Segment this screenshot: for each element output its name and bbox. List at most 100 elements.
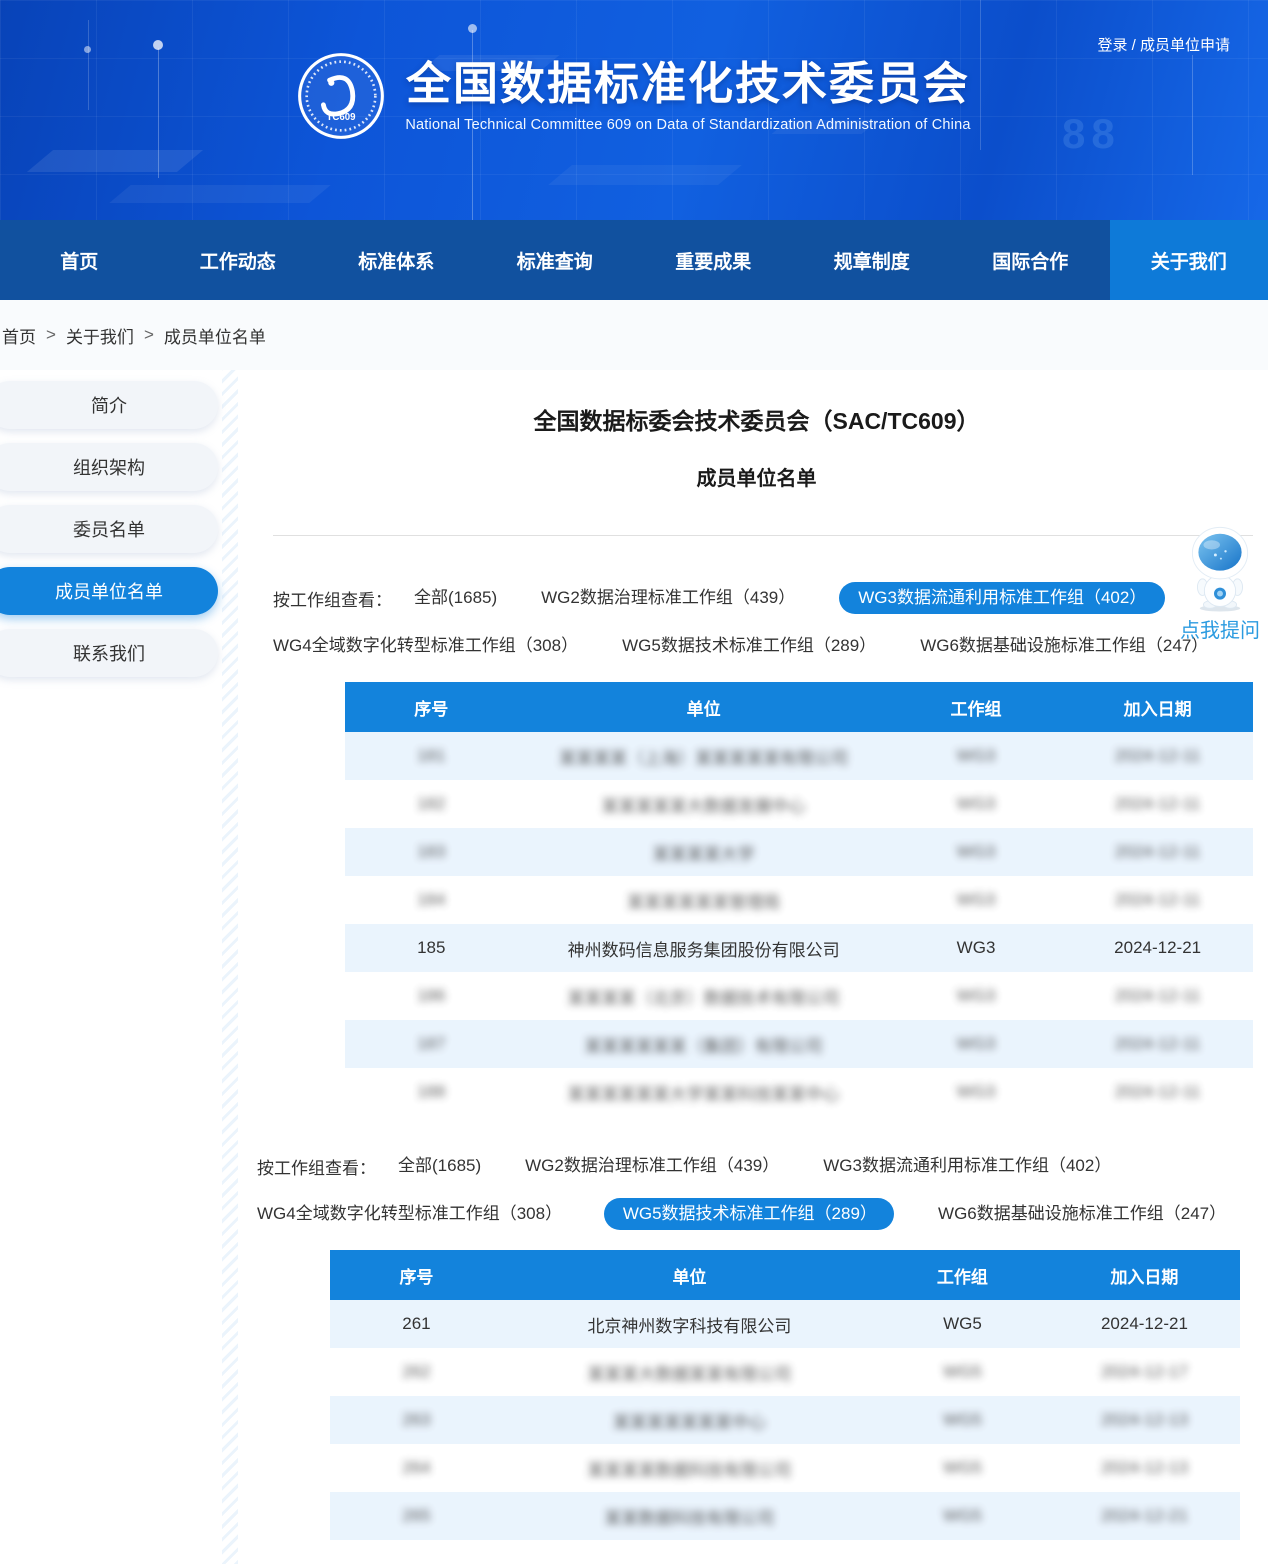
breadcrumb-member-units[interactable]: 成员单位名单 [164,323,266,348]
member-section-wg3: 按工作组查看： 全部(1685) WG2数据治理标准工作组（439） WG3数据… [245,582,1268,1116]
cell-workgroup: WG3 [890,780,1063,828]
filter-wg6[interactable]: WG6数据基础设施标准工作组（247） [938,1198,1224,1230]
breadcrumb-home[interactable]: 首页 [2,323,36,348]
cell-serial: 186 [345,972,518,1020]
cell-workgroup: WG5 [876,1300,1049,1348]
cell-unit: 某某某某数据科技有限公司 [503,1444,876,1492]
table-row: 185 神州数码信息服务集团股份有限公司 WG3 2024-12-21 [345,924,1253,972]
cell-join-date: 2024-12-11 [1062,732,1253,780]
breadcrumb-about[interactable]: 关于我们 [66,323,134,348]
col-join-date: 加入日期 [1049,1250,1240,1300]
cell-unit: 某某某大数据某某有限公司 [503,1348,876,1396]
sidebar-item-member-units[interactable]: 成员单位名单 [0,567,218,615]
table-row: 265 某某数据科技有限公司 WG5 2024-12-21 [330,1492,1240,1540]
cell-serial: 185 [345,924,518,972]
cell-workgroup: WG5 [876,1444,1049,1492]
cell-unit: 某某某某（上海）某某某某某有限公司 [518,732,890,780]
nav-item-about[interactable]: 关于我们 [1110,220,1268,300]
table-row: 261 北京神州数字科技有限公司 WG5 2024-12-21 [330,1300,1240,1348]
cell-join-date: 2024-12-21 [1049,1492,1240,1540]
filter-wg6[interactable]: WG6数据基础设施标准工作组（247） [920,630,1208,662]
sidebar: 简介 组织架构 委员名单 成员单位名单 联系我们 [0,381,220,691]
banner-decoration [548,165,742,185]
cell-unit: 某某某某某某管理局 [518,876,890,924]
nav-item-international[interactable]: 国际合作 [951,220,1110,300]
cell-serial: 187 [345,1020,518,1068]
sidebar-item-intro[interactable]: 简介 [0,381,218,429]
filter-wg4[interactable]: WG4全域数字化转型标准工作组（308） [273,630,578,662]
cell-join-date: 2024-12-17 [1049,1348,1240,1396]
page-subtitle: 成员单位名单 [245,462,1268,491]
filter-all[interactable]: 全部(1685) [414,582,497,614]
table-row: 186 某某某某（北京）数据技术有限公司 WG3 2024-12-11 [345,972,1253,1020]
cell-serial: 182 [345,780,518,828]
table-row: 184 某某某某某某管理局 WG3 2024-12-11 [345,876,1253,924]
cell-join-date: 2024-12-11 [1062,876,1253,924]
assistant-widget[interactable]: 点我提问 [1174,520,1266,643]
nav-item-regulations[interactable]: 规章制度 [793,220,952,300]
member-table-wg5: 序号 单位 工作组 加入日期 261 北京神州数字科技有限公司 WG5 2024… [330,1250,1240,1540]
banner-decoration [153,40,163,50]
filter-wg3[interactable]: WG3数据流通利用标准工作组（402） [823,1150,1111,1182]
cell-workgroup: WG3 [890,924,1063,972]
table-header-row: 序号 单位 工作组 加入日期 [345,682,1253,732]
table-header-row: 序号 单位 工作组 加入日期 [330,1250,1240,1300]
filter-wg2[interactable]: WG2数据治理标准工作组（439） [525,1150,779,1182]
col-workgroup: 工作组 [890,682,1063,732]
nav-item-standard-query[interactable]: 标准查询 [476,220,635,300]
cell-unit: 某某某某某某（集团）有限公司 [518,1020,890,1068]
breadcrumb-separator: > [144,325,154,345]
table-row: 182 某某某某某大数据发展中心 WG3 2024-12-11 [345,780,1253,828]
tc609-logo-icon: TC609 [297,52,385,140]
col-serial: 序号 [345,682,518,732]
cell-serial: 183 [345,828,518,876]
nav-item-home[interactable]: 首页 [0,220,159,300]
cell-unit: 某某某某某大数据发展中心 [518,780,890,828]
nav-item-standard-system[interactable]: 标准体系 [317,220,476,300]
workgroup-filters: 按工作组查看： 全部(1685) WG2数据治理标准工作组（439） WG3数据… [273,582,1268,662]
table-row: 263 某某某某某某某中心 WG5 2024-12-13 [330,1396,1240,1444]
cell-workgroup: WG3 [890,876,1063,924]
member-section-wg5: 按工作组查看： 全部(1685) WG2数据治理标准工作组（439） WG3数据… [245,1150,1268,1540]
cell-serial: 184 [345,876,518,924]
nav-item-achievements[interactable]: 重要成果 [634,220,793,300]
workgroup-filters: 按工作组查看： 全部(1685) WG2数据治理标准工作组（439） WG3数据… [257,1150,1268,1230]
table-row: 188 某某某某某某大学某某科技某某中心 WG3 2024-12-11 [345,1068,1253,1116]
cell-serial: 261 [330,1300,503,1348]
cell-workgroup: WG5 [876,1396,1049,1444]
filter-wg3[interactable]: WG3数据流通利用标准工作组（402） [839,582,1165,614]
cell-join-date: 2024-12-11 [1062,972,1253,1020]
cell-serial: 181 [345,732,518,780]
page-title: 全国数据标委会技术委员会（SAC/TC609） [245,370,1268,436]
cell-join-date: 2024-12-11 [1062,780,1253,828]
filter-caption: 按工作组查看： [257,1154,376,1179]
filter-wg5[interactable]: WG5数据技术标准工作组（289） [622,630,876,662]
filter-wg2[interactable]: WG2数据治理标准工作组（439） [541,582,795,614]
login-member-apply-link[interactable]: 登录 / 成员单位申请 [1097,34,1230,55]
table-row: 264 某某某某数据科技有限公司 WG5 2024-12-13 [330,1444,1240,1492]
site-title: 全国数据标准化技术委员会 [405,59,970,109]
breadcrumb: 首页 > 关于我们 > 成员单位名单 [0,300,1268,370]
filter-all[interactable]: 全部(1685) [398,1150,481,1182]
assistant-label[interactable]: 点我提问 [1174,614,1266,643]
sidebar-item-contact[interactable]: 联系我们 [0,629,218,677]
sidebar-item-org-structure[interactable]: 组织架构 [0,443,218,491]
robot-mascot-icon [1183,520,1257,612]
banner-decoration [468,24,477,33]
cell-unit: 某某某某某某大学某某科技某某中心 [518,1068,890,1116]
nav-item-work-news[interactable]: 工作动态 [159,220,318,300]
cell-join-date: 2024-12-13 [1049,1444,1240,1492]
sidebar-item-committee-list[interactable]: 委员名单 [0,505,218,553]
table-row: 183 某某某某大学 WG3 2024-12-11 [345,828,1253,876]
col-join-date: 加入日期 [1062,682,1253,732]
filter-wg4[interactable]: WG4全域数字化转型标准工作组（308） [257,1198,560,1230]
cell-workgroup: WG3 [890,732,1063,780]
main-content: 全国数据标委会技术委员会（SAC/TC609） 成员单位名单 [245,370,1268,1564]
filter-wg5[interactable]: WG5数据技术标准工作组（289） [604,1198,894,1230]
title-divider [273,535,1253,536]
header-banner: 88 登录 / 成员单位申请 TC609 全国数据标准化技术委员会 Nation… [0,0,1268,220]
cell-unit: 神州数码信息服务集团股份有限公司 [518,924,890,972]
breadcrumb-separator: > [46,325,56,345]
banner-decoration [27,150,203,172]
cell-serial: 263 [330,1396,503,1444]
